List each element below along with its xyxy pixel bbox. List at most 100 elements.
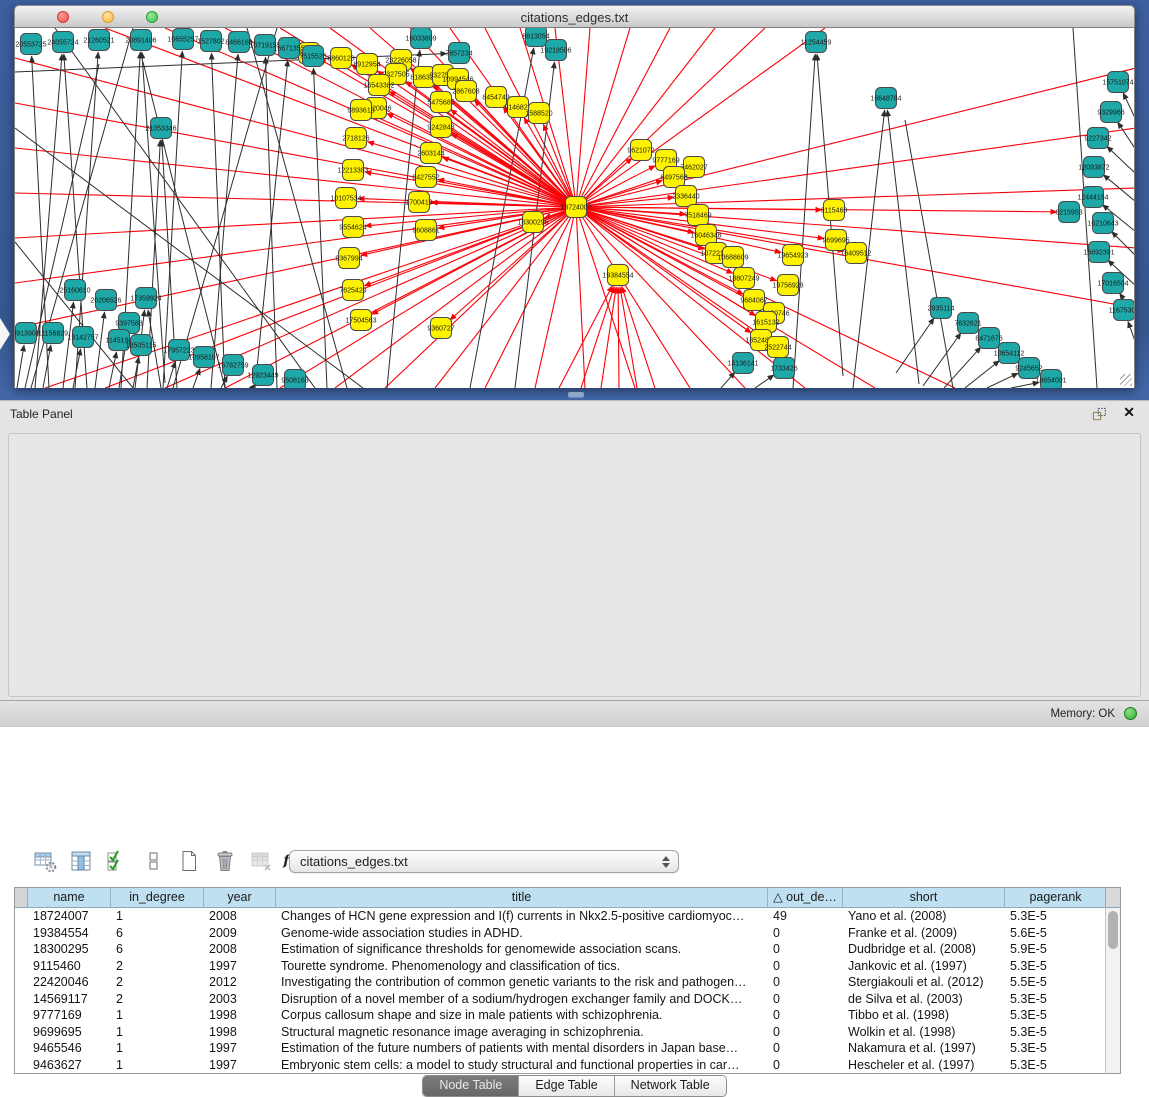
graph-node[interactable]: 16782759 [217, 355, 248, 376]
table-cell[interactable]: Corpus callosum shape and size in male p… [276, 1007, 768, 1024]
table-row[interactable]: 946554611997Estimation of the future num… [15, 1040, 1120, 1057]
graph-node[interactable]: 14136141 [727, 353, 758, 374]
tab-node-table[interactable]: Node Table [423, 1076, 519, 1096]
table-cell[interactable]: 6 [111, 941, 204, 958]
table-selector-dropdown[interactable]: citations_edges.txt [289, 850, 679, 873]
network-canvas[interactable]: 7563822886012889129542322605893275051654… [14, 28, 1135, 388]
close-panel-icon[interactable]: ✕ [1123, 404, 1135, 421]
graph-node[interactable]: 12213383 [337, 160, 368, 181]
graph-node[interactable]: 9508163 [281, 370, 308, 389]
table-cell[interactable]: 19384554 [28, 925, 111, 942]
table-cell[interactable]: Changes of HCN gene expression and I(f) … [276, 908, 768, 925]
select-all-rows-button[interactable] [102, 847, 132, 875]
graph-node[interactable]: 2603144 [417, 143, 444, 164]
table-cell[interactable]: 1 [111, 1057, 204, 1074]
table-cell[interactable]: 6 [111, 925, 204, 942]
graph-node[interactable]: 5475685 [427, 92, 454, 113]
table-cell[interactable]: 9115460 [28, 958, 111, 975]
table-cell[interactable]: Dudbridge et al. (2008) [843, 941, 1005, 958]
graph-node[interactable]: 9360727 [427, 318, 454, 339]
new-table-button[interactable] [174, 847, 204, 875]
graph-node[interactable]: 16033809 [405, 28, 436, 49]
graph-node[interactable]: 9227342 [1084, 128, 1111, 149]
tab-network-table[interactable]: Network Table [615, 1076, 726, 1096]
graph-node[interactable]: 17957223 [163, 340, 194, 361]
graph-node[interactable]: 9146821 [504, 97, 531, 118]
table-cell[interactable]: 2012 [204, 974, 276, 991]
table-cell[interactable]: 0 [768, 958, 843, 975]
graph-node[interactable]: 20553725 [15, 34, 46, 55]
table-row[interactable]: 1872400712008Changes of HCN gene express… [15, 908, 1120, 925]
graph-node[interactable]: 7625429 [339, 280, 366, 301]
table-cell[interactable]: 5.3E-5 [1005, 958, 1107, 975]
graph-node[interactable]: 19142757 [67, 327, 98, 348]
graph-node[interactable]: 1527802 [197, 31, 224, 52]
table-cell[interactable]: 9465546 [28, 1040, 111, 1057]
table-cell[interactable]: 1 [111, 1040, 204, 1057]
table-row[interactable]: 911546021997Tourette syndrome. Phenomeno… [15, 958, 1120, 975]
table-cell[interactable]: 0 [768, 991, 843, 1008]
graph-node[interactable]: 9621072 [627, 140, 654, 161]
table-cell[interactable]: Disruption of a novel member of a sodium… [276, 991, 768, 1008]
graph-node[interactable]: 17016504 [1097, 273, 1128, 294]
table-cell[interactable]: Embryonic stem cells: a model to study s… [276, 1057, 768, 1074]
graph-node[interactable]: 8215953 [1055, 202, 1082, 223]
graph-node[interactable]: 7857234 [445, 43, 472, 64]
graph-node[interactable]: 9367994 [335, 248, 362, 269]
table-cell[interactable]: Estimation of the future numbers of pati… [276, 1040, 768, 1057]
graph-node[interactable]: 8454749 [482, 87, 509, 108]
window-titlebar[interactable]: citations_edges.txt [14, 5, 1135, 28]
table-cell[interactable]: 5.6E-5 [1005, 925, 1107, 942]
graph-node[interactable]: 1145194 [106, 330, 133, 351]
graph-node[interactable]: 11254459 [801, 32, 832, 53]
graph-node[interactable]: 8466160 [225, 32, 252, 53]
graph-node[interactable]: 18807249 [728, 268, 759, 289]
table-cell[interactable]: 1 [111, 1007, 204, 1024]
table-cell[interactable]: Yano et al. (2008) [843, 908, 1005, 925]
graph-node[interactable]: 8860128 [327, 48, 354, 69]
table-cell[interactable]: 2008 [204, 908, 276, 925]
tab-edge-table[interactable]: Edge Table [519, 1076, 614, 1096]
column-header-title[interactable]: title [276, 888, 768, 907]
graph-node[interactable]: 8427552 [412, 167, 439, 188]
graph-node[interactable]: 8912954 [353, 54, 380, 75]
graph-node[interactable]: 10107534 [330, 188, 361, 209]
graph-node[interactable]: 18654001 [1035, 370, 1066, 389]
table-cell[interactable]: 5.9E-5 [1005, 941, 1107, 958]
table-row[interactable]: 1830029562008Estimation of significance … [15, 941, 1120, 958]
graph-node[interactable]: 19384554 [602, 265, 633, 286]
graph-node[interactable]: 1733426 [770, 358, 797, 379]
table-cell[interactable]: Wolkin et al. (1998) [843, 1024, 1005, 1041]
table-cell[interactable]: Structural magnetic resonance image aver… [276, 1024, 768, 1041]
float-panel-icon[interactable] [1091, 406, 1107, 422]
table-row[interactable]: 2242004622012Investigating the contribut… [15, 974, 1120, 991]
vertical-scrollbar[interactable] [1105, 908, 1120, 1073]
select-columns-button[interactable] [66, 847, 96, 875]
split-divider-handle[interactable] [568, 392, 584, 397]
table-cell[interactable]: 5.5E-5 [1005, 974, 1107, 991]
table-row[interactable]: 1456911722003Disruption of a novel membe… [15, 991, 1120, 1008]
graph-node[interactable]: 2935114 [928, 298, 955, 319]
table-cell[interactable]: Estimation of significance thresholds fo… [276, 941, 768, 958]
graph-node[interactable]: 7515526 [299, 46, 326, 67]
table-cell[interactable]: Nakamura et al. (1997) [843, 1040, 1005, 1057]
table-cell[interactable]: 1 [111, 908, 204, 925]
graph-node[interactable]: 21260521 [83, 30, 114, 51]
table-cell[interactable]: de Silva et al. (2003) [843, 991, 1005, 1008]
graph-node[interactable]: 13505115 [126, 335, 157, 356]
graph-node[interactable]: 3913903 [15, 323, 40, 344]
table-cell[interactable]: 0 [768, 1040, 843, 1057]
graph-node[interactable]: 16210643 [1087, 213, 1118, 234]
table-cell[interactable]: 14569117 [28, 991, 111, 1008]
table-cell[interactable]: 0 [768, 1007, 843, 1024]
table-cell[interactable]: Tourette syndrome. Phenomenology and cla… [276, 958, 768, 975]
table-cell[interactable]: Hescheler et al. (1997) [843, 1057, 1005, 1074]
table-cell[interactable]: 2008 [204, 941, 276, 958]
scrollbar-thumb[interactable] [1108, 911, 1118, 949]
delete-table-button[interactable] [210, 847, 240, 875]
graph-node[interactable]: 7632621 [954, 313, 981, 334]
citation-network-graph[interactable]: 7563822886012889129542322605893275051654… [15, 28, 1135, 388]
graph-node[interactable]: 17359924 [130, 288, 161, 309]
table-row[interactable]: 946362711997Embryonic stem cells: a mode… [15, 1057, 1120, 1074]
table-cell[interactable]: 49 [768, 908, 843, 925]
